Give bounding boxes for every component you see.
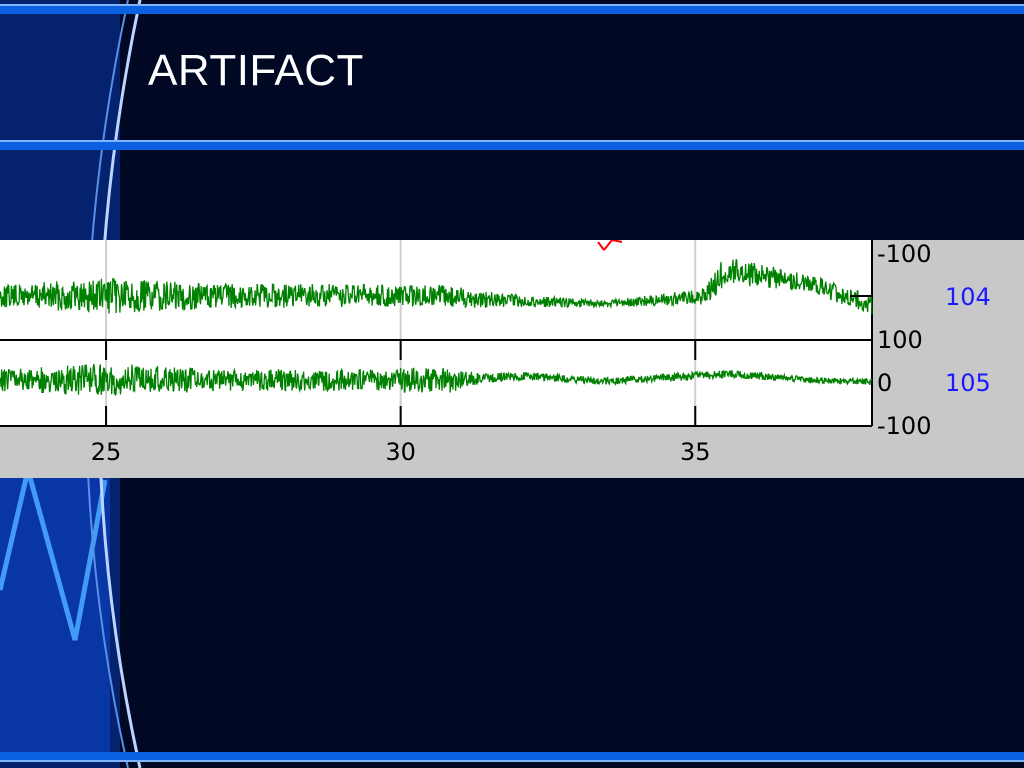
eeg-chart: 25 30 35 -100 100 0 -100 104 105 <box>0 240 1024 478</box>
y-tick-label: -100 <box>877 412 931 440</box>
channel-label-105: 105 <box>945 369 991 397</box>
x-tick-label: 30 <box>385 438 416 466</box>
channel-label-104: 104 <box>945 283 991 311</box>
slide-title: ARTIFACT <box>148 46 364 95</box>
x-tick-label: 25 <box>91 438 122 466</box>
x-tick-label: 35 <box>680 438 711 466</box>
y-tick-label: 100 <box>877 326 923 354</box>
y-tick-label: -100 <box>877 240 931 268</box>
y-tick-label: 0 <box>877 369 892 397</box>
